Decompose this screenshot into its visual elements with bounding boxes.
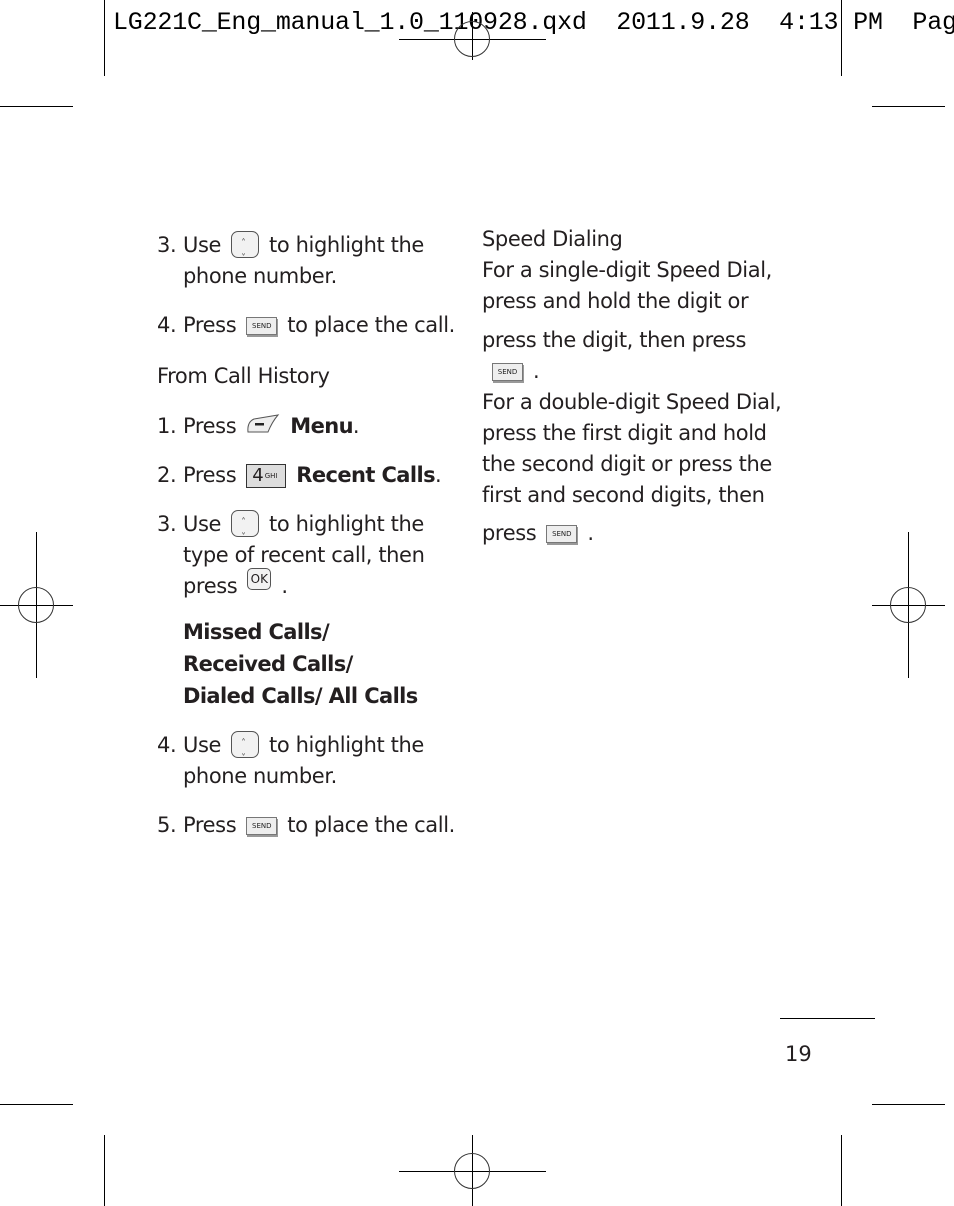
recent-calls-label: Recent Calls <box>296 463 435 487</box>
paragraph-line: press SEND. <box>482 518 782 549</box>
paragraph-line: first and second digits, then <box>482 483 765 507</box>
nav-key-icon <box>231 507 260 553</box>
step-text: . <box>434 463 442 487</box>
slug-line: LG221C_Eng_manual_1.0_110928.qxd 2011.9.… <box>113 8 954 38</box>
slug-page-label: Page <box>912 8 954 37</box>
step-number: 3. <box>157 233 177 257</box>
step-text: Press <box>183 414 237 438</box>
send-key-icon: SEND <box>546 525 578 543</box>
left-soft-key-icon <box>247 414 280 433</box>
crop-mark <box>104 0 105 76</box>
call-types-options: Missed Calls/ Received Calls/ Dialed Cal… <box>183 620 418 708</box>
step-text: press the digit, then press <box>482 328 746 352</box>
registration-circle-top <box>454 21 490 57</box>
step-text: . <box>533 359 540 383</box>
crop-mark <box>841 1135 842 1206</box>
key-letters: GHI <box>264 472 278 480</box>
paragraph-line: press and hold the digit or <box>482 289 749 313</box>
page-number: 19 <box>785 1042 812 1066</box>
speed-dialing-heading: Speed Dialing <box>482 227 623 251</box>
page-number-rule <box>780 1018 875 1019</box>
crop-mark <box>0 1104 73 1105</box>
step-text: to place the call. <box>287 813 455 837</box>
step-text: press <box>482 521 537 545</box>
step-3-history: 3. Use to highlight the type of recent ca… <box>157 507 457 712</box>
4-ghi-key-icon: 4GHI <box>246 464 287 488</box>
paragraph-line: the second digit or press the <box>482 452 772 476</box>
slug-date: 2011.9.28 <box>616 8 750 37</box>
section-heading: From Call History <box>157 364 330 388</box>
step-text: Press <box>183 313 237 337</box>
step-3-top: 3. Useto highlight the phone number. <box>157 228 457 292</box>
registration-circle-right <box>890 587 926 623</box>
step-text: Press <box>183 463 237 487</box>
step-number: 1. <box>157 414 177 438</box>
step-text: to place the call. <box>287 313 455 337</box>
step-number: 4. <box>157 733 177 757</box>
step-number: 2. <box>157 463 177 487</box>
step-5-history: 5. Press SEND to place the call. <box>157 810 457 841</box>
paragraph-line: press the first digit and hold <box>482 421 767 445</box>
step-1-history: 1. Press Menu. <box>157 411 457 442</box>
step-number: 5. <box>157 813 177 837</box>
step-number: 4. <box>157 313 177 337</box>
step-text: Use <box>183 733 222 757</box>
nav-key-icon <box>231 228 260 274</box>
key-digit: 4 <box>252 465 264 486</box>
step-text: Press <box>183 813 237 837</box>
step-text: to highlight the <box>269 512 424 536</box>
crop-mark <box>0 106 73 107</box>
registration-circle-bottom <box>454 1153 490 1189</box>
crop-mark <box>104 1135 105 1206</box>
send-key-icon: SEND <box>492 363 523 381</box>
step-text: press <box>183 574 238 598</box>
slug-filename: LG221C_Eng_manual_1.0_110928.qxd <box>113 8 587 37</box>
step-text: . <box>587 521 594 545</box>
step-4-top: 4. Press SEND to place the call. <box>157 310 457 341</box>
send-key-icon: SEND <box>246 817 278 835</box>
step-2-history: 2. Press 4GHI Recent Calls. <box>157 460 457 491</box>
step-4-history: 4. Useto highlight the phone number. <box>157 728 457 792</box>
step-text: type of recent call, then <box>183 543 425 567</box>
paragraph-line: For a double-digit Speed Dial, <box>482 390 782 414</box>
step-text: . <box>352 414 360 438</box>
step-number: 3. <box>157 512 177 536</box>
step-text: . <box>281 574 288 598</box>
menu-label: Menu <box>290 414 353 438</box>
ok-key-icon: OK <box>247 568 272 590</box>
crop-mark <box>872 106 945 107</box>
registration-circle-left <box>18 587 54 623</box>
paragraph-line: press the digit, then press SEND. <box>482 325 782 387</box>
step-text: Use <box>183 233 222 257</box>
paragraph-line: For a single-digit Speed Dial, <box>482 258 772 282</box>
slug-ampm: PM <box>853 8 883 37</box>
send-key-icon: SEND <box>246 317 278 335</box>
nav-key-icon <box>231 728 260 774</box>
right-column: Speed Dialing For a single-digit Speed D… <box>482 224 782 549</box>
left-column: 3. Useto highlight the phone number. 4. … <box>157 228 457 841</box>
step-text: Use <box>183 512 222 536</box>
crop-mark <box>841 0 842 76</box>
slug-time: 4:13 <box>779 8 839 37</box>
crop-mark <box>872 1104 945 1105</box>
